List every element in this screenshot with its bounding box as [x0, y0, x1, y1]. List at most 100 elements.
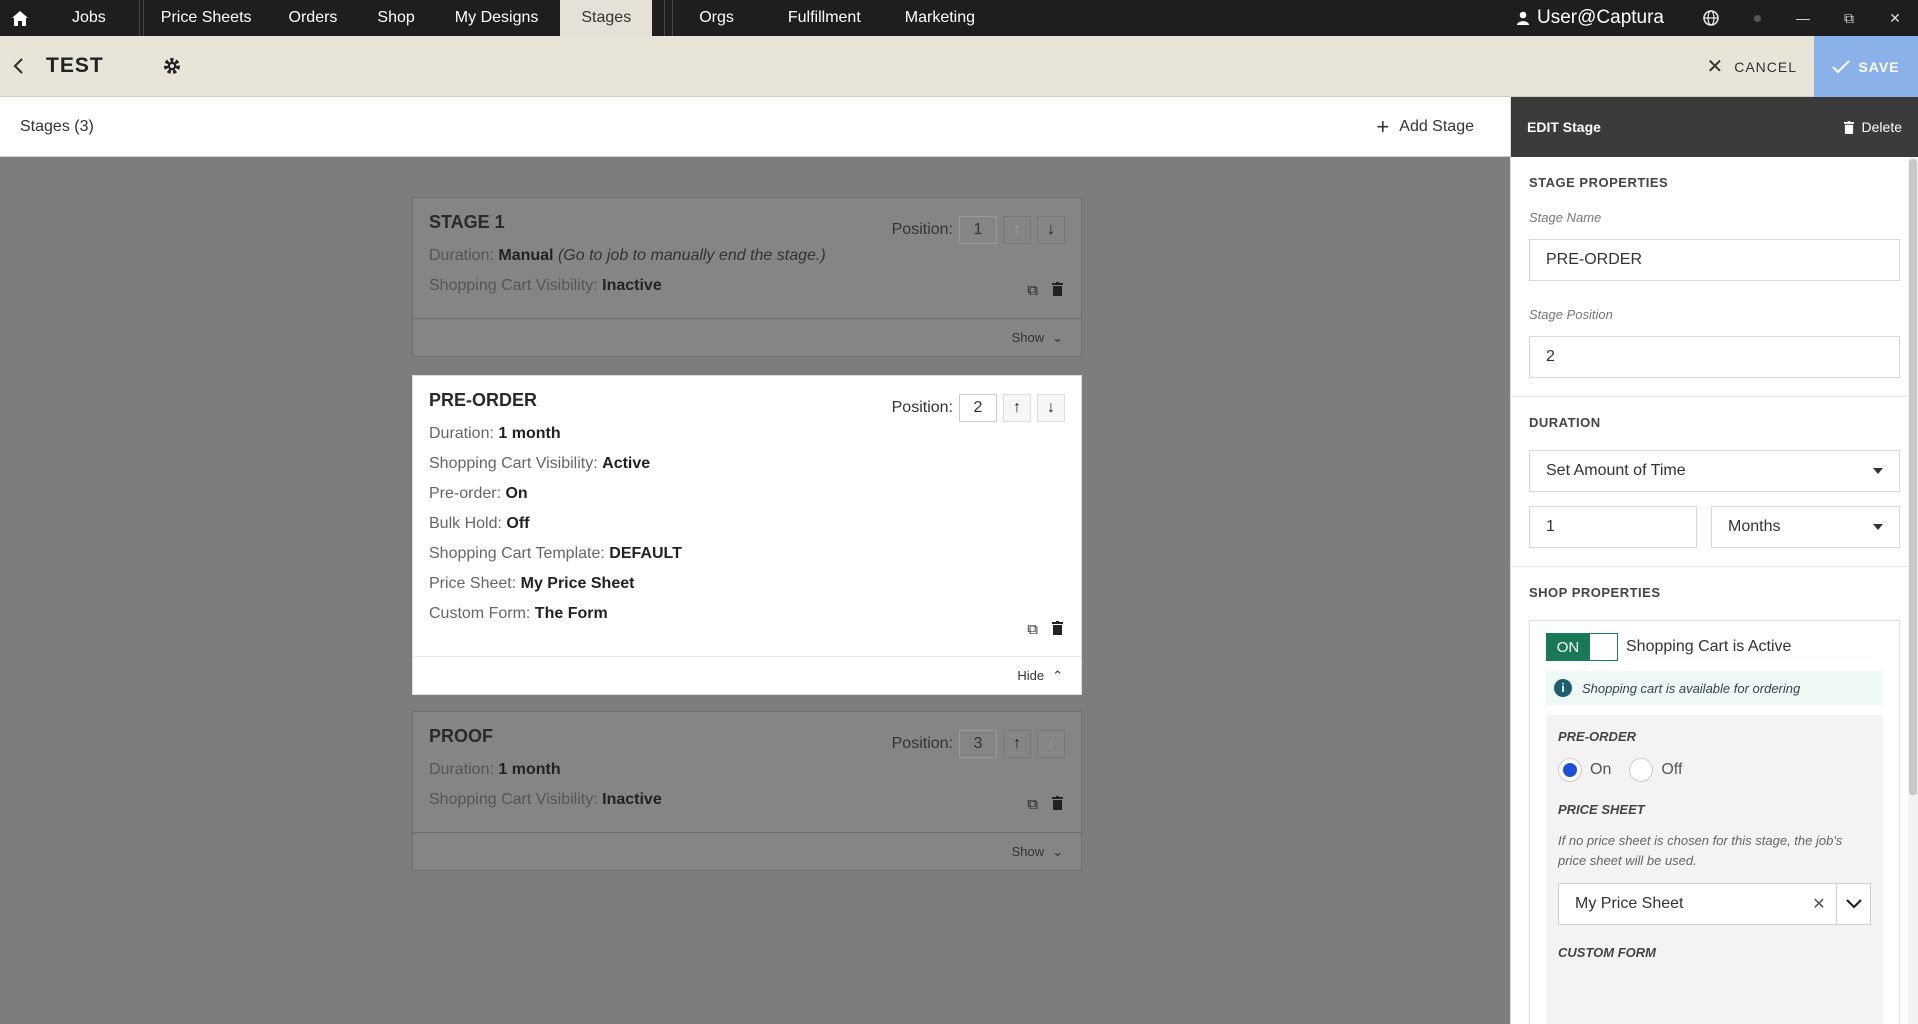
price-sheet-title: PRICE SHEET — [1558, 802, 1645, 817]
trash-icon[interactable] — [1052, 282, 1063, 300]
stages-count: Stages (3) — [20, 117, 94, 135]
canvas-scrollbar[interactable] — [1498, 157, 1510, 1024]
section-title: DURATION — [1529, 415, 1601, 430]
move-up-icon[interactable]: ↑ — [1003, 730, 1031, 758]
nav-shop[interactable]: Shop — [359, 0, 436, 36]
price-sheet-select[interactable]: My Price Sheet ✕ — [1558, 883, 1871, 925]
preorder-on-radio[interactable] — [1558, 758, 1582, 782]
trash-icon[interactable] — [1052, 621, 1063, 639]
minimize-icon[interactable]: — — [1780, 0, 1826, 36]
nav-orgs[interactable]: Orgs — [676, 0, 766, 36]
user-menu[interactable]: User@Captura — [1517, 7, 1664, 29]
nav-orders[interactable]: Orders — [273, 0, 360, 36]
position-control: Position: 2 ↑ ↓ — [892, 394, 1065, 422]
shop-properties-box: ON Shopping Cart is Active i Shopping ca… — [1529, 620, 1900, 1024]
chevron-down-icon: ⌄ — [1052, 329, 1063, 345]
stage-name-input[interactable]: PRE-ORDER — [1529, 239, 1900, 281]
save-button[interactable]: SAVE — [1814, 36, 1918, 97]
panel-title: EDIT Stage — [1527, 119, 1601, 135]
delete-label: Delete — [1861, 119, 1902, 135]
stage-card-active[interactable]: PRE-ORDER Duration: 1 month Shopping Car… — [412, 375, 1082, 695]
nav-stages[interactable]: Stages — [560, 0, 653, 36]
stage-cart-visibility: Shopping Cart Visibility: Inactive — [429, 277, 662, 294]
caret-down-icon — [1873, 468, 1883, 474]
user-icon — [1517, 11, 1529, 25]
nav-price-sheets[interactable]: Price Sheets — [147, 0, 273, 36]
custom-form-title: CUSTOM FORM — [1558, 945, 1656, 960]
home-icon[interactable] — [0, 0, 40, 36]
trash-icon[interactable] — [1052, 796, 1063, 814]
show-label: Show — [1011, 330, 1045, 345]
duration-type-select[interactable]: Set Amount of Time — [1529, 450, 1900, 492]
preorder-radio-group: On Off — [1558, 758, 1871, 782]
copy-icon[interactable]: ⧉ — [1027, 282, 1038, 300]
page-header: TEST ✕ CANCEL SAVE — [0, 36, 1918, 97]
preorder-off-radio[interactable] — [1629, 758, 1654, 782]
stage-cart-visibility: Shopping Cart Visibility: Active — [429, 455, 651, 472]
cart-active-toggle[interactable]: ON Shopping Cart is Active — [1546, 633, 1883, 661]
back-icon[interactable] — [0, 36, 36, 97]
position-value[interactable]: 3 — [959, 730, 997, 758]
nav-jobs[interactable]: Jobs — [40, 0, 136, 36]
chevron-down-icon[interactable] — [1836, 884, 1870, 924]
position-label: Position: — [891, 399, 953, 416]
toggle-switch[interactable]: ON — [1546, 633, 1618, 661]
move-up-icon[interactable]: ↑ — [1003, 216, 1031, 244]
cart-info-banner: i Shopping cart is available for orderin… — [1546, 671, 1883, 705]
panel-scrollbar[interactable] — [1908, 157, 1918, 1024]
position-value[interactable]: 2 — [959, 394, 997, 422]
move-down-icon[interactable]: ↓ — [1037, 216, 1065, 244]
move-down-icon[interactable]: ↓ — [1037, 394, 1065, 422]
move-down-icon[interactable]: ↓ — [1037, 730, 1065, 758]
close-icon: ✕ — [1706, 56, 1725, 78]
nav-divider — [142, 0, 144, 36]
preorder-off-label: Off — [1661, 761, 1683, 778]
position-value[interactable]: 1 — [959, 216, 997, 244]
stages-canvas: STAGE 1 Duration: Manual (Go to job to m… — [0, 157, 1510, 1024]
stage-toggle[interactable]: Show ⌄ — [413, 832, 1081, 870]
username: User@Captura — [1537, 7, 1664, 28]
preorder-on-label: On — [1590, 761, 1612, 778]
clear-icon[interactable]: ✕ — [1802, 884, 1836, 924]
show-label: Show — [1011, 844, 1045, 859]
close-window-icon[interactable]: ✕ — [1872, 0, 1918, 36]
chevron-down-icon: ⌄ — [1052, 843, 1063, 859]
stage-toggle[interactable]: Show ⌄ — [413, 318, 1081, 356]
shop-properties-section: SHOP PROPERTIES ON Shopping Cart is Acti… — [1511, 567, 1918, 1024]
gear-icon[interactable] — [160, 54, 184, 78]
stage-properties-section: STAGE PROPERTIES Stage Name PRE-ORDER St… — [1511, 157, 1918, 397]
stage-toggle[interactable]: Hide ⌃ — [413, 656, 1081, 694]
cancel-button[interactable]: ✕ CANCEL — [1706, 36, 1797, 97]
top-navigation: Jobs Price Sheets Orders Shop My Designs… — [0, 0, 1918, 36]
copy-icon[interactable]: ⧉ — [1027, 796, 1038, 814]
stage-card[interactable]: PROOF Duration: 1 month Shopping Cart Vi… — [412, 711, 1082, 871]
duration-unit-select[interactable]: Months — [1711, 506, 1900, 548]
stage-preorder: Pre-order: On — [429, 485, 528, 502]
duration-unit-value: Months — [1728, 518, 1781, 535]
stage-price-sheet: Price Sheet: My Price Sheet — [429, 575, 635, 592]
copy-icon[interactable]: ⧉ — [1027, 621, 1038, 639]
stage-card[interactable]: STAGE 1 Duration: Manual (Go to job to m… — [412, 197, 1082, 357]
stage-position-input[interactable]: 2 — [1529, 336, 1900, 378]
edit-stage-panel: EDIT Stage Delete STAGE PROPERTIES Stage… — [1510, 97, 1918, 1024]
stage-position-label: Stage Position — [1529, 307, 1613, 322]
move-up-icon[interactable]: ↑ — [1003, 394, 1031, 422]
cancel-label: CANCEL — [1734, 58, 1797, 75]
section-title: STAGE PROPERTIES — [1529, 175, 1669, 190]
check-icon — [1832, 59, 1851, 73]
scroll-thumb[interactable] — [1909, 159, 1917, 795]
nav-fulfillment[interactable]: Fulfillment — [766, 0, 883, 36]
duration-type-value: Set Amount of Time — [1546, 462, 1686, 479]
delete-button[interactable]: Delete — [1843, 119, 1902, 135]
duration-amount-input[interactable]: 1 — [1529, 506, 1697, 548]
add-stage-button[interactable]: + Add Stage — [1376, 97, 1474, 157]
stage-name-label: Stage Name — [1529, 210, 1602, 225]
chevron-up-icon: ⌃ — [1052, 667, 1063, 683]
restore-icon[interactable]: ⧉ — [1826, 0, 1872, 36]
globe-icon[interactable] — [1688, 0, 1734, 36]
nav-my-designs[interactable]: My Designs — [437, 0, 561, 36]
stage-cart-visibility: Shopping Cart Visibility: Inactive — [429, 791, 662, 808]
nav-marketing[interactable]: Marketing — [883, 0, 997, 36]
add-stage-label: Add Stage — [1399, 118, 1474, 135]
save-label: SAVE — [1858, 58, 1900, 75]
